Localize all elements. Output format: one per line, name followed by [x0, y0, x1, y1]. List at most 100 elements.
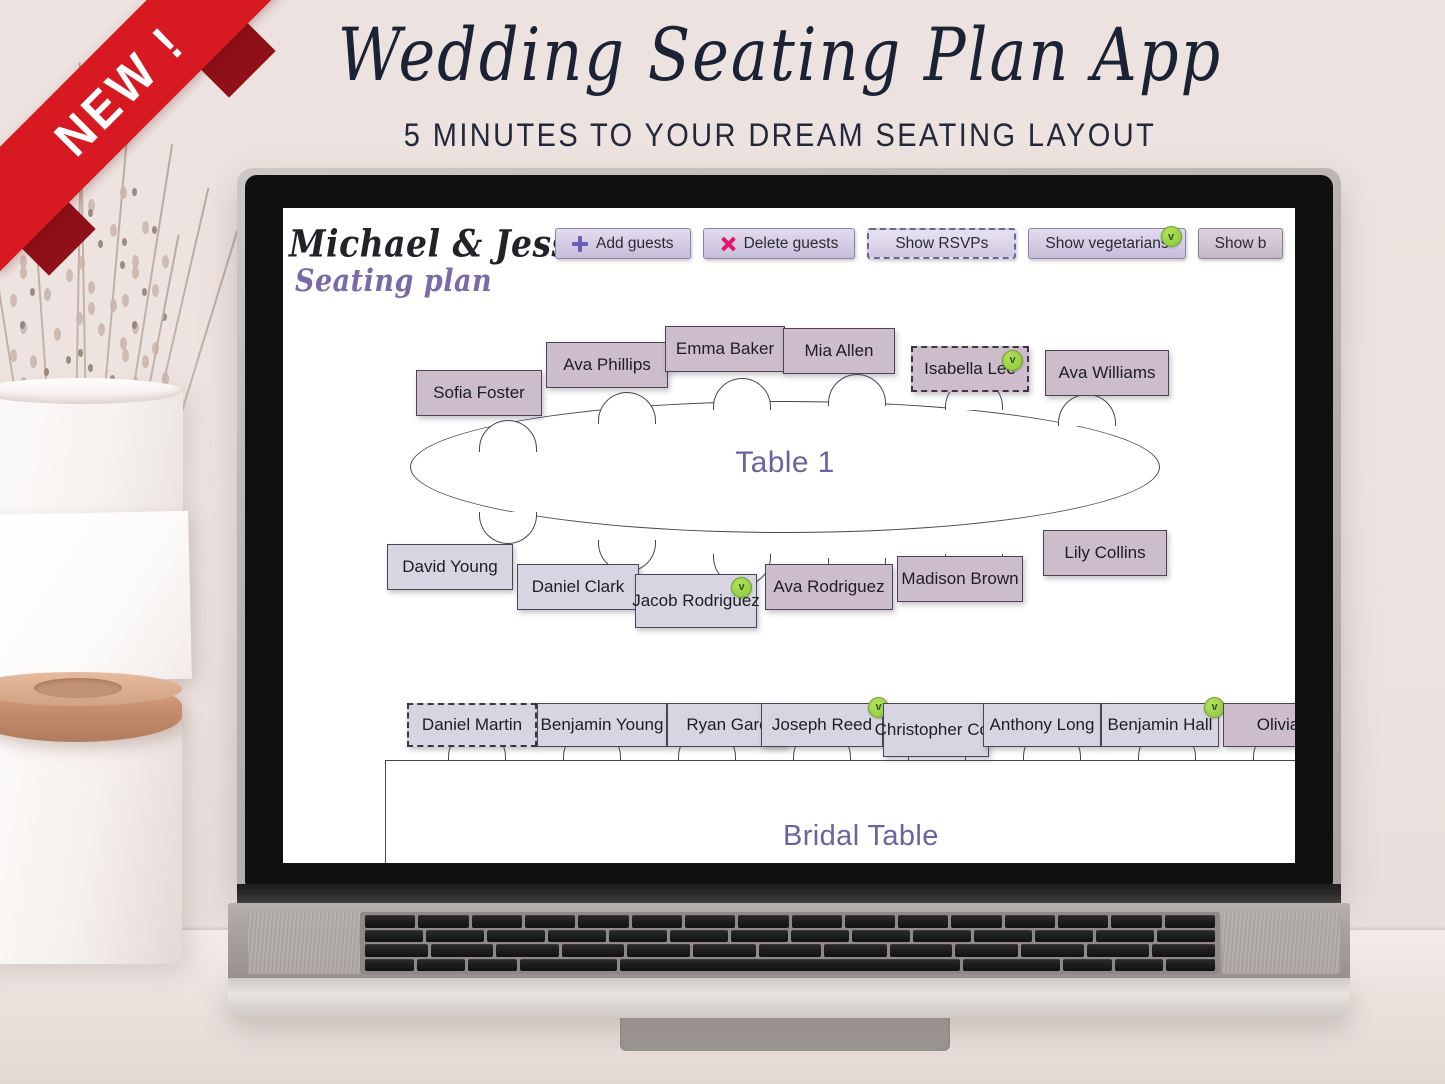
guest-card[interactable]: Christopher Cox: [875, 703, 997, 757]
guest-card[interactable]: Jacob Rodriguez v: [632, 574, 760, 628]
keyboard-key[interactable]: [844, 915, 896, 928]
vegetarian-badge-icon: v: [731, 577, 752, 598]
guest-card[interactable]: Ava Rodriguez: [765, 564, 893, 610]
guest-card[interactable]: Daniel Clark: [517, 564, 639, 610]
keyboard-key[interactable]: [631, 915, 682, 928]
keyboard-key[interactable]: [738, 915, 789, 928]
flower-bud: [10, 238, 15, 246]
keyboard-key[interactable]: [1166, 958, 1216, 971]
keyboard-key[interactable]: [974, 929, 1033, 942]
keyboard-key[interactable]: [365, 915, 416, 928]
guest-card[interactable]: Benjamin Hall v: [1101, 697, 1225, 747]
keyboard-key[interactable]: [669, 929, 728, 942]
keyboard-key[interactable]: [524, 915, 576, 928]
keyboard-key[interactable]: [468, 958, 517, 971]
keyboard-key[interactable]: [758, 944, 822, 957]
chair[interactable]: [1058, 394, 1116, 426]
keyboard-row: [365, 944, 1215, 957]
toolbar-button-label: Show RSVPs: [895, 234, 989, 252]
keyboard-key[interactable]: [898, 915, 949, 928]
flower-bud: [122, 238, 127, 246]
guest-card[interactable]: Sofia Foster: [416, 370, 542, 416]
keyboard-key[interactable]: [365, 929, 423, 942]
keyboard-key[interactable]: [425, 929, 484, 942]
guest-card[interactable]: Benjamin Young: [537, 703, 667, 747]
keyboard-key[interactable]: [1164, 915, 1215, 928]
laptop-keyboard[interactable]: [360, 912, 1220, 974]
keyboard-key[interactable]: [486, 929, 545, 942]
keyboard-key[interactable]: [430, 944, 494, 957]
keyboard-key[interactable]: [730, 929, 789, 942]
keyboard-key[interactable]: [471, 915, 522, 928]
guest-card[interactable]: David Young: [387, 544, 513, 590]
guest-card[interactable]: Joseph Reed v: [761, 697, 889, 747]
keyboard-key[interactable]: [1004, 915, 1056, 928]
keyboard-key[interactable]: [852, 929, 911, 942]
keyboard-key[interactable]: [1086, 944, 1150, 957]
keyboard-key[interactable]: [1063, 958, 1112, 971]
keyboard-key[interactable]: [889, 944, 953, 957]
guest-name: Ava Phillips: [563, 355, 651, 375]
guest-card[interactable]: Isabella Lee v: [911, 346, 1029, 392]
keyboard-key[interactable]: [1114, 958, 1164, 971]
keyboard-key[interactable]: [619, 958, 961, 971]
keyboard-key[interactable]: [824, 944, 887, 957]
flower-bud: [66, 180, 73, 194]
keyboard-key[interactable]: [951, 915, 1002, 928]
keyboard-key[interactable]: [1096, 929, 1154, 942]
guest-name: Lily Collins: [1064, 543, 1146, 563]
flower-bud: [76, 312, 83, 326]
keyboard-key[interactable]: [608, 929, 667, 942]
keyboard-key[interactable]: [416, 958, 466, 971]
keyboard-key[interactable]: [418, 915, 469, 928]
keyboard-key[interactable]: [791, 929, 850, 942]
keyboard-key[interactable]: [963, 958, 1061, 971]
keyboard-key[interactable]: [519, 958, 617, 971]
keyboard-key[interactable]: [561, 944, 625, 957]
keyboard-key[interactable]: [693, 944, 756, 957]
flower-bud: [122, 349, 129, 363]
keyboard-key[interactable]: [684, 915, 736, 928]
keyboard-key[interactable]: [578, 915, 629, 928]
keyboard-key[interactable]: [1111, 915, 1162, 928]
guest-card[interactable]: Olivia: [1223, 703, 1295, 747]
toolbar-button-show-vegetarians[interactable]: Show vegetarians v: [1028, 226, 1186, 259]
keyboard-key[interactable]: [547, 929, 606, 942]
keyboard-key[interactable]: [1058, 915, 1109, 928]
guest-card[interactable]: Lily Collins: [1043, 530, 1167, 576]
promo-title: Wedding Seating Plan App: [337, 11, 1223, 98]
guest-card[interactable]: Anthony Long: [983, 703, 1101, 747]
chair[interactable]: [598, 392, 656, 424]
keyboard-key[interactable]: [365, 944, 428, 957]
flower-bud: [44, 368, 49, 376]
copper-jar-knob: [34, 678, 122, 698]
keyboard-key[interactable]: [955, 944, 1019, 957]
flower-bud: [120, 336, 127, 350]
guest-card[interactable]: Madison Brown: [897, 556, 1023, 602]
flower-bud: [152, 226, 157, 234]
keyboard-key[interactable]: [1156, 929, 1215, 942]
copper-jar-body: [0, 716, 182, 964]
guest-card[interactable]: Ava Williams: [1045, 350, 1169, 396]
keyboard-key[interactable]: [1021, 944, 1084, 957]
guest-card[interactable]: Ava Phillips: [546, 342, 668, 388]
guest-card[interactable]: Daniel Martin: [407, 703, 537, 747]
chair[interactable]: [713, 378, 771, 410]
toolbar-button-delete-guests[interactable]: Delete guests: [702, 228, 856, 259]
keyboard-key[interactable]: [1035, 929, 1094, 942]
toolbar-button-show-rsvps[interactable]: Show RSVPs: [867, 228, 1017, 259]
keyboard-key[interactable]: [913, 929, 972, 942]
keyboard-key[interactable]: [365, 958, 414, 971]
toolbar-button-add-guests[interactable]: Add guests: [555, 228, 691, 259]
chair[interactable]: [479, 512, 537, 544]
guest-card[interactable]: Emma Baker: [665, 326, 785, 372]
toolbar-button-show-b[interactable]: Show b: [1197, 228, 1284, 259]
flower-bud: [78, 255, 85, 269]
chair[interactable]: [828, 374, 886, 406]
flower-bud: [152, 284, 159, 298]
guest-card[interactable]: Mia Allen: [783, 328, 895, 374]
keyboard-key[interactable]: [627, 944, 691, 957]
keyboard-key[interactable]: [1152, 944, 1215, 957]
keyboard-key[interactable]: [496, 944, 559, 957]
keyboard-key[interactable]: [791, 915, 842, 928]
